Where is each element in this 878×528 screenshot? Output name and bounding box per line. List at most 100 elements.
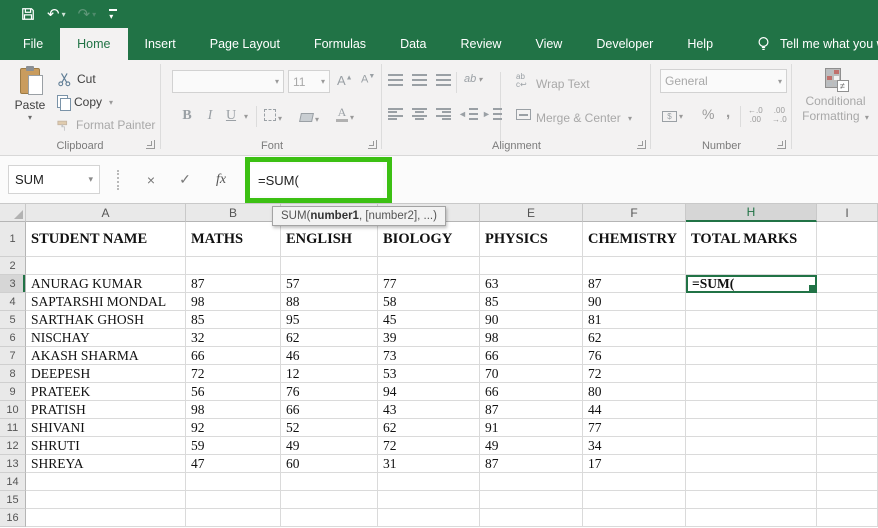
decrease-indent-icon[interactable]: ◄ [458, 108, 478, 120]
cell-D14[interactable] [378, 473, 480, 491]
cell-D13[interactable]: 31 [378, 455, 480, 473]
row-header-8[interactable]: 8 [0, 365, 26, 383]
cell-A4[interactable]: SAPTARSHI MONDAL [26, 293, 186, 311]
cell-A2[interactable] [26, 257, 186, 275]
cell-B2[interactable] [186, 257, 281, 275]
cell-D15[interactable] [378, 491, 480, 509]
cell-D1[interactable]: BIOLOGY [378, 222, 480, 257]
cell-F8[interactable]: 72 [583, 365, 686, 383]
cell-E12[interactable]: 49 [480, 437, 583, 455]
cell-D16[interactable] [378, 509, 480, 527]
undo-icon[interactable]: ↶ ▾ [42, 2, 71, 26]
underline-button[interactable]: U [222, 104, 240, 128]
cell-E9[interactable]: 66 [480, 383, 583, 401]
cell-C13[interactable]: 60 [281, 455, 378, 473]
cell-H5[interactable] [686, 311, 817, 329]
cell-D2[interactable] [378, 257, 480, 275]
percent-style-button[interactable]: % [702, 106, 714, 122]
cell-C7[interactable]: 46 [281, 347, 378, 365]
cell-B9[interactable]: 56 [186, 383, 281, 401]
cell-A11[interactable]: SHIVANI [26, 419, 186, 437]
tab-page-layout[interactable]: Page Layout [193, 28, 297, 60]
cell-A14[interactable] [26, 473, 186, 491]
cell-I10[interactable] [817, 401, 878, 419]
cell-E8[interactable]: 70 [480, 365, 583, 383]
cell-F13[interactable]: 17 [583, 455, 686, 473]
cell-C3[interactable]: 57 [281, 275, 378, 293]
cell-D8[interactable]: 53 [378, 365, 480, 383]
tab-formulas[interactable]: Formulas [297, 28, 383, 60]
cell-H1[interactable]: TOTAL MARKS [686, 222, 817, 257]
cell-H11[interactable] [686, 419, 817, 437]
cell-F6[interactable]: 62 [583, 329, 686, 347]
clipboard-dialog-launcher-icon[interactable] [146, 140, 155, 149]
cell-I5[interactable] [817, 311, 878, 329]
row-header-7[interactable]: 7 [0, 347, 26, 365]
borders-button[interactable]: ▾ [264, 109, 282, 124]
cell-I7[interactable] [817, 347, 878, 365]
cell-H15[interactable] [686, 491, 817, 509]
cell-H12[interactable] [686, 437, 817, 455]
cell-D11[interactable]: 62 [378, 419, 480, 437]
column-header-H[interactable]: H [686, 204, 817, 222]
column-header-E[interactable]: E [480, 204, 583, 222]
cell-H9[interactable] [686, 383, 817, 401]
cell-H16[interactable] [686, 509, 817, 527]
tab-help[interactable]: Help [670, 28, 730, 60]
font-color-button[interactable]: A ▾ [336, 106, 354, 122]
italic-button[interactable]: I [200, 104, 220, 128]
cell-D12[interactable]: 72 [378, 437, 480, 455]
shrink-font-button[interactable]: A▼ [361, 73, 375, 86]
tab-file[interactable]: File [6, 28, 60, 60]
row-header-14[interactable]: 14 [0, 473, 26, 491]
align-right-icon[interactable] [436, 108, 451, 120]
cell-C11[interactable]: 52 [281, 419, 378, 437]
align-bottom-icon[interactable] [436, 74, 451, 86]
merge-center-label[interactable]: Merge & Center [536, 111, 621, 125]
cell-H4[interactable] [686, 293, 817, 311]
cell-E5[interactable]: 90 [480, 311, 583, 329]
cell-E10[interactable]: 87 [480, 401, 583, 419]
tab-review[interactable]: Review [443, 28, 518, 60]
cell-A6[interactable]: NISCHAY [26, 329, 186, 347]
cell-E14[interactable] [480, 473, 583, 491]
cell-H13[interactable] [686, 455, 817, 473]
cell-B13[interactable]: 47 [186, 455, 281, 473]
number-format-combobox[interactable]: General ▾ [660, 69, 787, 93]
cell-I8[interactable] [817, 365, 878, 383]
cell-F5[interactable]: 81 [583, 311, 686, 329]
cell-B12[interactable]: 59 [186, 437, 281, 455]
cell-I2[interactable] [817, 257, 878, 275]
cell-E7[interactable]: 66 [480, 347, 583, 365]
cell-A5[interactable]: SARTHAK GHOSH [26, 311, 186, 329]
column-header-I[interactable]: I [817, 204, 878, 222]
cell-A13[interactable]: SHREYA [26, 455, 186, 473]
decrease-decimal-icon[interactable]: .00 →.0 [772, 106, 787, 124]
cell-F15[interactable] [583, 491, 686, 509]
cell-C15[interactable] [281, 491, 378, 509]
cut-button[interactable]: Cut [57, 69, 96, 89]
cell-I6[interactable] [817, 329, 878, 347]
cell-A10[interactable]: PRATISH [26, 401, 186, 419]
cell-H8[interactable] [686, 365, 817, 383]
cell-E11[interactable]: 91 [480, 419, 583, 437]
row-header-9[interactable]: 9 [0, 383, 26, 401]
cell-E6[interactable]: 98 [480, 329, 583, 347]
cell-D5[interactable]: 45 [378, 311, 480, 329]
copy-button[interactable]: Copy ▾ [57, 92, 113, 112]
tab-data[interactable]: Data [383, 28, 443, 60]
cell-C6[interactable]: 62 [281, 329, 378, 347]
paste-button[interactable]: Paste ▾ [6, 66, 54, 146]
row-header-6[interactable]: 6 [0, 329, 26, 347]
cell-F14[interactable] [583, 473, 686, 491]
cell-I15[interactable] [817, 491, 878, 509]
column-header-B[interactable]: B [186, 204, 281, 222]
fill-color-button[interactable]: ▾ [299, 111, 319, 125]
cell-A1[interactable]: STUDENT NAME [26, 222, 186, 257]
cell-A7[interactable]: AKASH SHARMA [26, 347, 186, 365]
cell-E4[interactable]: 85 [480, 293, 583, 311]
cell-E2[interactable] [480, 257, 583, 275]
align-top-icon[interactable] [388, 74, 403, 86]
cell-C2[interactable] [281, 257, 378, 275]
row-header-15[interactable]: 15 [0, 491, 26, 509]
